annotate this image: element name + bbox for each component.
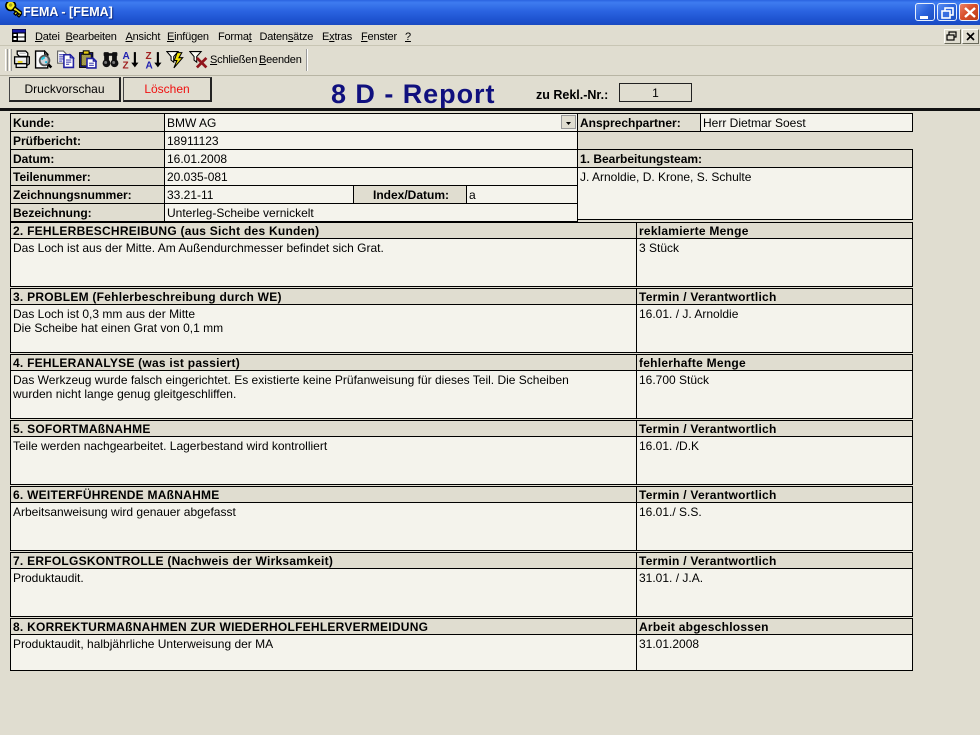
svg-text:A: A bbox=[146, 60, 153, 69]
svg-text:Z: Z bbox=[123, 60, 129, 69]
